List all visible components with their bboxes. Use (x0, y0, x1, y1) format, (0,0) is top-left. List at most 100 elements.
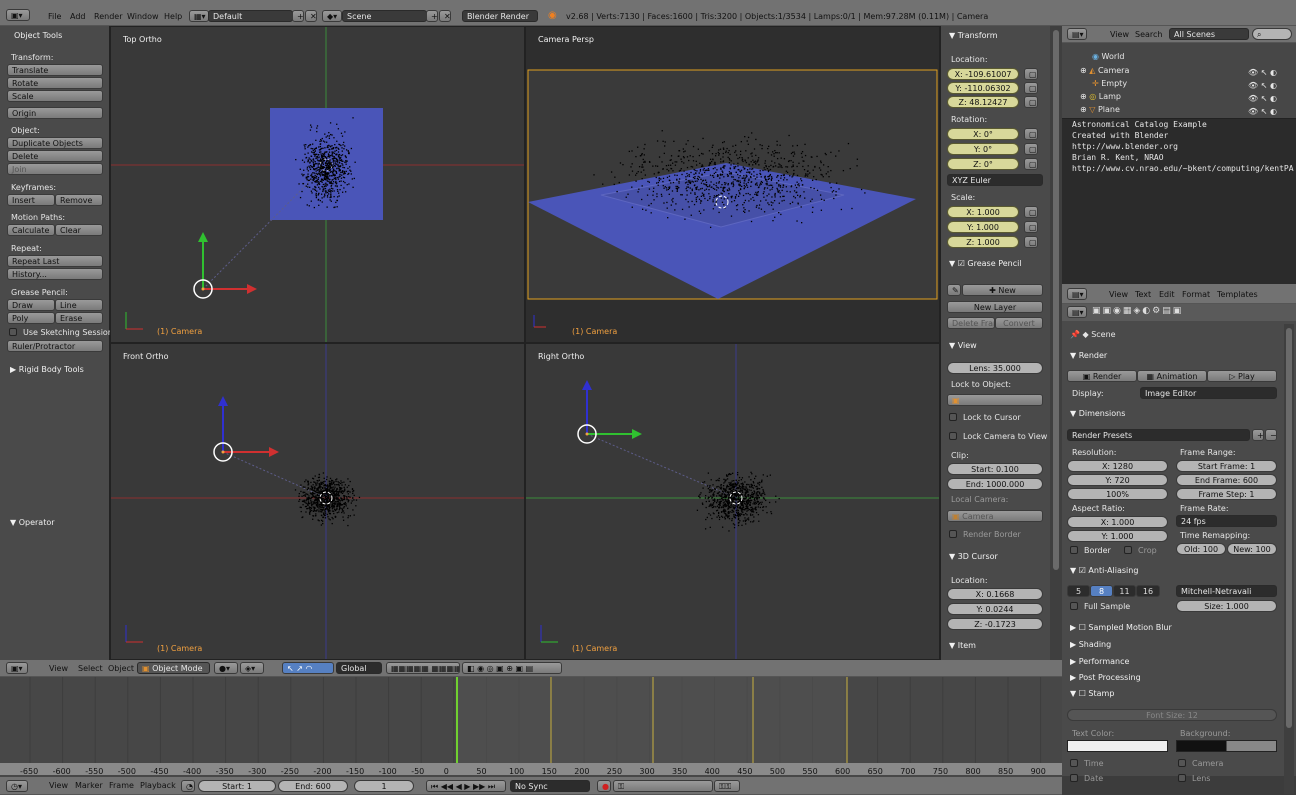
origin-button[interactable]: Origin (7, 107, 103, 119)
resolution-y-field[interactable]: Y: 720 (1067, 474, 1168, 486)
pencil-icon[interactable]: ✎ (947, 284, 961, 296)
outliner-search-menu[interactable]: Search (1135, 27, 1162, 43)
layout-remove-button[interactable]: ✕ (305, 10, 317, 22)
shading-select[interactable]: ●▾ (214, 662, 238, 674)
aa-filter-select[interactable]: Mitchell-Netravali (1176, 585, 1277, 597)
editor-type-button[interactable]: ▣▾ (6, 9, 30, 21)
end-field[interactable]: End: 600 (278, 780, 348, 792)
aspect-x-field[interactable]: X: 1.000 (1067, 516, 1168, 528)
playback-controls[interactable]: ⏮ ◀◀ ◀ ▶ ▶▶ ⏭ (426, 780, 506, 792)
header-menu-text[interactable]: Text (1135, 287, 1151, 303)
translate-button[interactable]: Translate (7, 64, 103, 76)
scale-button[interactable]: Scale (7, 90, 103, 102)
preview-range-icon[interactable]: ◔ (181, 780, 195, 792)
view3d-scrollbar[interactable] (1050, 26, 1062, 660)
aa-11-button[interactable]: 11 (1113, 585, 1136, 597)
lock-icon[interactable]: ▢ (1024, 236, 1038, 248)
scene-add-button[interactable]: + (426, 10, 438, 22)
scale-y-field[interactable]: Y: 1.000 (947, 221, 1019, 233)
editor-type-button[interactable]: ▤▾ (1067, 306, 1087, 318)
select-menu[interactable]: Select (78, 661, 103, 677)
stamp-lens-checkbox[interactable] (1178, 774, 1186, 782)
resolution-x-field[interactable]: X: 1280 (1067, 460, 1168, 472)
history-button[interactable]: History... (7, 268, 103, 280)
layout-icon[interactable]: ▦▾ (189, 10, 209, 22)
location-z-field[interactable]: Z: 48.12427 (947, 96, 1019, 108)
rotation-z-field[interactable]: Z: 0° (947, 158, 1019, 170)
view-menu[interactable]: View (49, 661, 68, 677)
menu-add[interactable]: Add (70, 9, 86, 25)
animation-button[interactable]: ▦ Animation (1137, 370, 1207, 382)
clip-start-field[interactable]: Start: 0.100 (947, 463, 1043, 475)
manipulator-icons[interactable]: ↖ ↗ ◠ (282, 662, 334, 674)
rotate-button[interactable]: Rotate (7, 77, 103, 89)
full-sample-checkbox[interactable] (1070, 602, 1078, 610)
local-camera-field[interactable]: ▣ Camera (947, 510, 1043, 522)
cursor-y-field[interactable]: Y: 0.0244 (947, 603, 1043, 615)
rotation-mode-select[interactable]: XYZ Euler (947, 174, 1043, 186)
header-menu-format[interactable]: Format (1182, 287, 1210, 303)
aspect-y-field[interactable]: Y: 1.000 (1067, 530, 1168, 542)
scale-z-field[interactable]: Z: 1.000 (947, 236, 1019, 248)
border-checkbox[interactable] (1070, 546, 1078, 554)
lock-icon[interactable]: ▢ (1024, 68, 1038, 80)
grease-pencil-panel-header[interactable]: ▼ ☑ Grease Pencil (949, 259, 1022, 268)
aa-8-button[interactable]: 8 (1090, 585, 1113, 597)
record-button[interactable]: ● (597, 780, 611, 792)
remove-keyframe-button[interactable]: Remove (55, 194, 103, 206)
current-frame-field[interactable]: 1 (354, 780, 414, 792)
lock-icon[interactable]: ▢ (1024, 221, 1038, 233)
calculate-button[interactable]: Calculate (7, 224, 55, 236)
gp-new-button[interactable]: ✚ New (962, 284, 1043, 296)
editor-type-button[interactable]: ▤▾ (1067, 288, 1087, 300)
stamp-time-checkbox[interactable] (1070, 759, 1078, 767)
render-presets-select[interactable]: Render Presets (1067, 429, 1250, 441)
resolution-percent-field[interactable]: 100% (1067, 488, 1168, 500)
layer-buttons[interactable]: ▦▦▦▦▦ ▦▦▦▦▦ (386, 662, 460, 674)
pivot-select[interactable]: ◈▾ (240, 662, 264, 674)
scene-remove-button[interactable]: ✕ (439, 10, 451, 22)
editor-type-button[interactable]: ▤▾ (1067, 28, 1087, 40)
preset-remove-button[interactable]: − (1265, 429, 1277, 441)
operator-panel[interactable]: ▼ Operator (10, 518, 55, 527)
frame-step-field[interactable]: Frame Step: 1 (1176, 488, 1277, 500)
time-new-field[interactable]: New: 100 (1227, 543, 1277, 555)
menu-file[interactable]: File (48, 9, 61, 25)
rigid-body-panel[interactable]: ▶ Rigid Body Tools (10, 365, 84, 374)
duplicate-objects-button[interactable]: Duplicate Objects (7, 137, 103, 149)
start-field[interactable]: Start: 1 (198, 780, 276, 792)
viewport-right-ortho[interactable]: Right Ortho (1) Camera (525, 343, 940, 660)
play-button[interactable]: ▷ Play (1207, 370, 1277, 382)
draw-button[interactable]: Draw (7, 299, 55, 311)
timeline[interactable] (0, 677, 1062, 777)
insert-keyframe-button[interactable]: Insert (7, 194, 55, 206)
frame-menu[interactable]: Frame (109, 778, 134, 794)
sync-select[interactable]: No Sync (510, 780, 590, 792)
aa-5-button[interactable]: 5 (1067, 585, 1090, 597)
clip-end-field[interactable]: End: 1000.000 (947, 478, 1043, 490)
viewport-camera-persp[interactable]: Camera Persp (1) Camera (525, 26, 940, 343)
line-button[interactable]: Line (55, 299, 103, 311)
timeline-view-menu[interactable]: View (49, 778, 68, 794)
time-old-field[interactable]: Old: 100 (1176, 543, 1226, 555)
clear-button[interactable]: Clear (55, 224, 103, 236)
snap-icons[interactable]: ◧ ◉ ◎ ▣ ⊕ ▣ ▤ (462, 662, 562, 674)
mode-select[interactable]: ▣ Object Mode (137, 662, 210, 674)
stamp-panel-header[interactable]: ▼ ☐ Stamp (1070, 689, 1114, 698)
new-layer-button[interactable]: New Layer (947, 301, 1043, 313)
cursor-z-field[interactable]: Z: -0.1723 (947, 618, 1043, 630)
join-button[interactable]: Join (7, 163, 103, 175)
render-button[interactable]: ▣ Render (1067, 370, 1137, 382)
sketching-checkbox[interactable] (9, 328, 17, 336)
performance-panel-header[interactable]: ▶ Performance (1070, 657, 1129, 666)
menu-render[interactable]: Render (94, 9, 122, 25)
stamp-camera-checkbox[interactable] (1178, 759, 1186, 767)
menu-help[interactable]: Help (164, 9, 182, 25)
text-editor[interactable]: Astronomical Catalog Example Created wit… (1062, 118, 1296, 284)
stamp-date-checkbox[interactable] (1070, 774, 1078, 782)
lock-icon[interactable]: ▢ (1024, 128, 1038, 140)
text-color-swatch[interactable] (1067, 740, 1168, 752)
aa-size-field[interactable]: Size: 1.000 (1176, 600, 1277, 612)
lock-camera-checkbox[interactable] (949, 432, 957, 440)
layout-add-button[interactable]: + (292, 10, 304, 22)
